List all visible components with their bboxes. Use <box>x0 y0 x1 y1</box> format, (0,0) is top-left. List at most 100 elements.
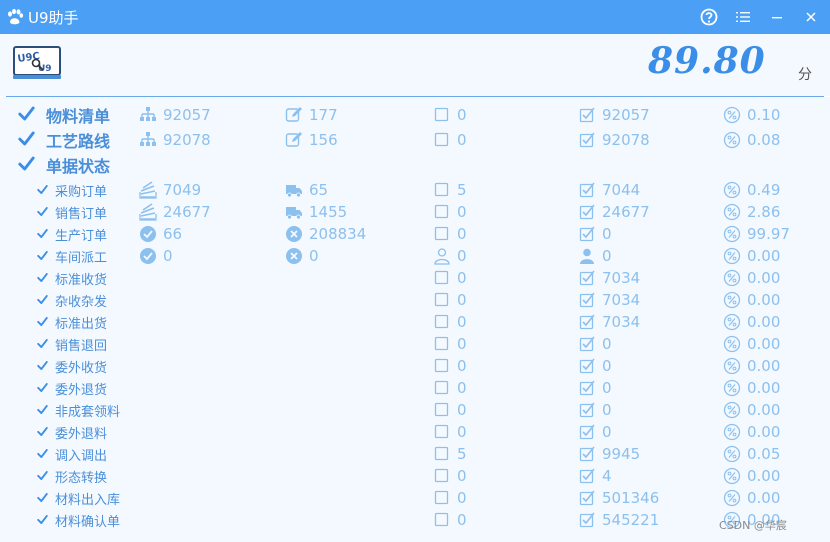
status-row[interactable]: 工艺路线 92078 156 0 92078 0.08 <box>0 129 830 151</box>
checkbox-empty-icon <box>434 446 449 461</box>
x-circle-icon <box>286 248 302 264</box>
stat-cell: 0 <box>433 104 467 126</box>
checkmark-icon <box>37 471 48 480</box>
status-row[interactable]: 物料清单 92057 177 0 92057 0.10 <box>0 104 830 126</box>
status-row[interactable]: 单据状态 <box>0 154 830 176</box>
stat-value: 545221 <box>602 511 660 529</box>
stat-value: 0 <box>602 357 612 375</box>
edit-icon <box>285 132 302 147</box>
status-row[interactable]: 形态转换 0 4 0.00 <box>0 465 830 487</box>
row-label: 单据状态 <box>46 157 111 176</box>
stat-cell: 0 <box>433 399 467 421</box>
stat-cell: 0 <box>578 399 612 421</box>
checkbox-checked-icon <box>579 204 595 220</box>
status-row[interactable]: 车间派工 0 0 0 0 0.00 <box>0 245 830 267</box>
checkbox-checked-icon <box>579 512 595 528</box>
stat-value: 0.00 <box>747 423 781 441</box>
close-icon <box>806 12 816 22</box>
status-row[interactable]: 委外退料 0 0 0.00 <box>0 421 830 443</box>
stat-cell: 0 <box>433 421 467 443</box>
row-label: 杂收杂发 <box>55 295 108 310</box>
stat-cell: 0 <box>433 487 467 509</box>
stat-cell: 92057 <box>139 104 211 126</box>
checkmark-icon <box>37 427 48 436</box>
check-circle-icon <box>140 248 156 264</box>
checkbox-checked-icon <box>579 446 595 462</box>
status-row[interactable]: 标准出货 0 7034 0.00 <box>0 311 830 333</box>
checkbox-empty-icon <box>434 204 449 219</box>
stat-value: 177 <box>309 106 338 124</box>
stack-icon <box>139 181 157 199</box>
stat-cell: 0.00 <box>723 311 780 333</box>
close-button[interactable] <box>796 0 826 34</box>
row-label: 采购订单 <box>55 185 108 200</box>
status-row[interactable]: 材料出入库 0 501346 0.00 <box>0 487 830 509</box>
title-bar: U9助手 <box>0 0 830 34</box>
stat-value: 0.49 <box>747 181 781 199</box>
stat-value: 0 <box>457 225 467 243</box>
stat-value: 0 <box>163 247 173 265</box>
help-button[interactable] <box>694 0 724 34</box>
status-row[interactable]: 销售订单 24677 1455 0 24677 2.86 <box>0 201 830 223</box>
checkmark-icon <box>18 131 35 146</box>
row-label: 非成套领料 <box>55 405 121 420</box>
stat-cell: 545221 <box>578 509 659 531</box>
status-row[interactable]: 销售退回 0 0 0.00 <box>0 333 830 355</box>
checkbox-checked-icon <box>579 490 595 506</box>
checkmark-icon <box>37 317 48 326</box>
stat-cell: 9945 <box>578 443 640 465</box>
status-row[interactable]: 采购订单 7049 65 5 7044 0.49 <box>0 179 830 201</box>
status-row[interactable]: 调入调出 5 9945 0.05 <box>0 443 830 465</box>
status-row[interactable]: 杂收杂发 0 7034 0.00 <box>0 289 830 311</box>
stat-cell: 0 <box>433 223 467 245</box>
stat-cell: 2.86 <box>723 201 780 223</box>
checkbox-empty-icon <box>434 424 449 439</box>
percent-icon <box>723 131 741 149</box>
checkbox-checked-icon <box>579 226 595 242</box>
stat-cell: 0.00 <box>723 421 780 443</box>
stat-cell: 0 <box>433 201 467 223</box>
user-filled-icon <box>580 248 594 264</box>
stat-cell: 92057 <box>578 104 650 126</box>
stat-cell: 0 <box>433 333 467 355</box>
status-row[interactable]: 材料确认单 0 545221 0.00 <box>0 509 830 531</box>
checkbox-empty-icon <box>434 270 449 285</box>
stat-value: 0 <box>602 335 612 353</box>
percent-icon <box>723 203 741 221</box>
stat-cell: 5 <box>433 443 467 465</box>
stat-cell: 177 <box>285 104 338 126</box>
minimize-button[interactable] <box>762 0 792 34</box>
stat-cell: 0.05 <box>723 443 780 465</box>
stat-value: 99.97 <box>747 225 790 243</box>
status-row[interactable]: 标准收货 0 7034 0.00 <box>0 267 830 289</box>
checkmark-icon <box>37 339 48 348</box>
truck-icon <box>286 185 302 198</box>
stat-value: 0.00 <box>747 489 781 507</box>
status-row[interactable]: 非成套领料 0 0 0.00 <box>0 399 830 421</box>
status-row[interactable]: 委外收货 0 0 0.00 <box>0 355 830 377</box>
stat-value: 92057 <box>163 106 211 124</box>
stat-value: 0 <box>457 106 467 124</box>
score-unit: 分 <box>798 67 812 83</box>
truck-icon <box>286 207 302 220</box>
status-row[interactable]: 委外退货 0 0 0.00 <box>0 377 830 399</box>
stat-cell: 65 <box>285 179 328 201</box>
row-label: 材料出入库 <box>55 493 121 508</box>
stat-cell: 4 <box>578 465 612 487</box>
stat-value: 92057 <box>602 106 650 124</box>
checkbox-empty-icon <box>434 336 449 351</box>
checkmark-icon <box>37 185 48 194</box>
stat-cell: 0 <box>578 223 612 245</box>
percent-icon <box>723 335 741 353</box>
stat-value: 0 <box>457 313 467 331</box>
percent-icon <box>723 489 741 507</box>
checkmark-icon <box>37 295 48 304</box>
percent-icon <box>723 291 741 309</box>
checkmark-icon <box>37 449 48 458</box>
stat-cell: 0.00 <box>723 267 780 289</box>
menu-button[interactable] <box>728 0 758 34</box>
status-row[interactable]: 生产订单 66 208834 0 0 99.97 <box>0 223 830 245</box>
stat-value: 0.00 <box>747 313 781 331</box>
stat-cell: 7049 <box>139 179 201 201</box>
checkbox-checked-icon <box>579 424 595 440</box>
